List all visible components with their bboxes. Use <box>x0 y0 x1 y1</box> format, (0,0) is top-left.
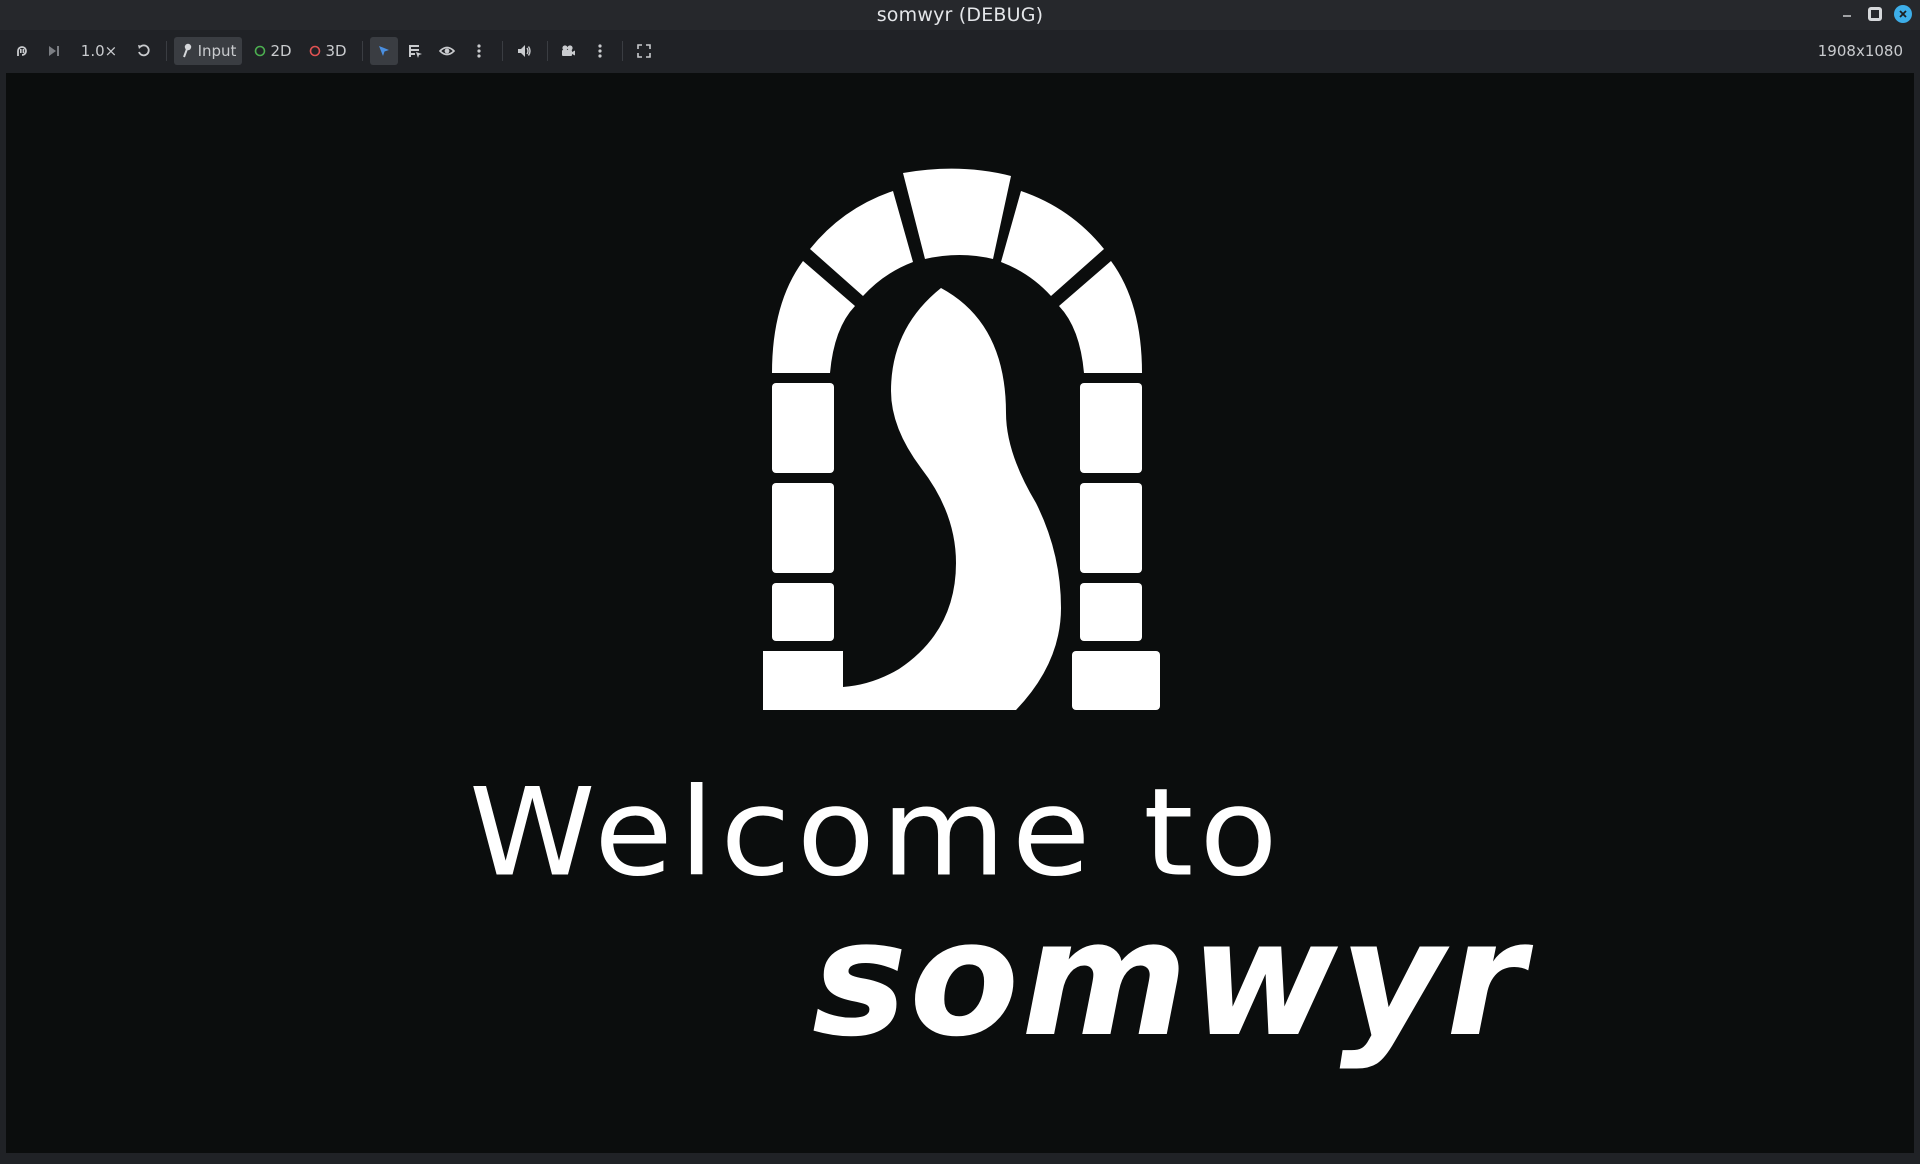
fullscreen-icon <box>637 44 651 58</box>
input-toggle[interactable]: Input <box>174 37 242 65</box>
speaker-icon <box>518 45 531 57</box>
window-controls <box>1838 5 1912 23</box>
camera-options-button[interactable] <box>589 37 611 65</box>
minimize-button[interactable] <box>1838 5 1856 23</box>
circle-3d-icon <box>310 45 321 57</box>
mode-3d-toggle[interactable]: 3D <box>306 37 350 65</box>
close-icon <box>1899 10 1907 18</box>
maximize-icon <box>1868 7 1882 21</box>
bottom-strip <box>0 1153 1920 1164</box>
circle-2d-icon <box>255 45 266 57</box>
pillar-block <box>1080 383 1142 473</box>
reset-speed-button[interactable] <box>131 37 157 65</box>
mute-audio-button[interactable] <box>510 37 538 65</box>
eye-icon <box>439 46 455 56</box>
list-select-button[interactable] <box>402 37 428 65</box>
pillar-block <box>772 583 834 641</box>
toolbar-separator <box>622 41 623 61</box>
pillar-block <box>1080 483 1142 573</box>
toolbar-separator <box>166 41 167 61</box>
next-frame-icon <box>49 46 59 56</box>
camera-icon <box>562 45 575 56</box>
mode-3d-label: 3D <box>325 42 347 60</box>
debug-toolbar: 1.0× Input 2D 3D 1908x1080 <box>0 30 1920 72</box>
joystick-icon <box>182 43 191 58</box>
reset-icon <box>138 44 150 57</box>
game-window: somwyr (DEBUG) 1.0× Input 2D 3D 1908x108… <box>0 0 1920 1164</box>
base-block-right <box>1072 651 1160 710</box>
window-title: somwyr (DEBUG) <box>876 4 1044 26</box>
kebab-menu-icon <box>477 44 481 58</box>
pillar-block <box>772 483 834 573</box>
more-options-button[interactable] <box>468 37 490 65</box>
viewport-resolution: 1908x1080 <box>1817 42 1903 60</box>
suspend-icon <box>17 46 27 56</box>
mode-2d-label: 2D <box>270 42 292 60</box>
camera-override-button[interactable] <box>554 37 582 65</box>
maximize-button[interactable] <box>1866 5 1884 23</box>
visibility-button[interactable] <box>434 37 460 65</box>
select-arrow-icon <box>379 46 389 56</box>
welcome-text: Welcome to <box>469 762 1284 905</box>
speed-value: 1.0× <box>80 42 118 60</box>
arch-keystone <box>903 168 1011 259</box>
toolbar-separator <box>362 41 363 61</box>
suspend-button[interactable] <box>10 37 34 65</box>
speed-selector[interactable]: 1.0× <box>76 37 122 65</box>
fullscreen-button[interactable] <box>630 37 658 65</box>
list-select-icon <box>409 45 422 58</box>
arch-stone-left-upper <box>810 191 913 296</box>
mode-2d-toggle[interactable]: 2D <box>252 37 294 65</box>
arch-stone-right-upper <box>1001 191 1104 296</box>
input-label: Input <box>197 42 237 60</box>
select-mode-button[interactable] <box>370 37 398 65</box>
title-bar: somwyr (DEBUG) <box>0 0 1920 30</box>
game-viewport[interactable]: Welcome to somwyr <box>6 73 1914 1153</box>
close-button[interactable] <box>1894 5 1912 23</box>
toolbar-separator <box>502 41 503 61</box>
brand-wordmark: somwyr <box>812 885 1527 1072</box>
pillar-block <box>772 383 834 473</box>
toolbar-separator <box>547 41 548 61</box>
next-frame-button[interactable] <box>42 37 66 65</box>
minimize-icon <box>1843 15 1851 17</box>
kebab-menu-icon <box>598 44 602 58</box>
pillar-block <box>1080 583 1142 641</box>
